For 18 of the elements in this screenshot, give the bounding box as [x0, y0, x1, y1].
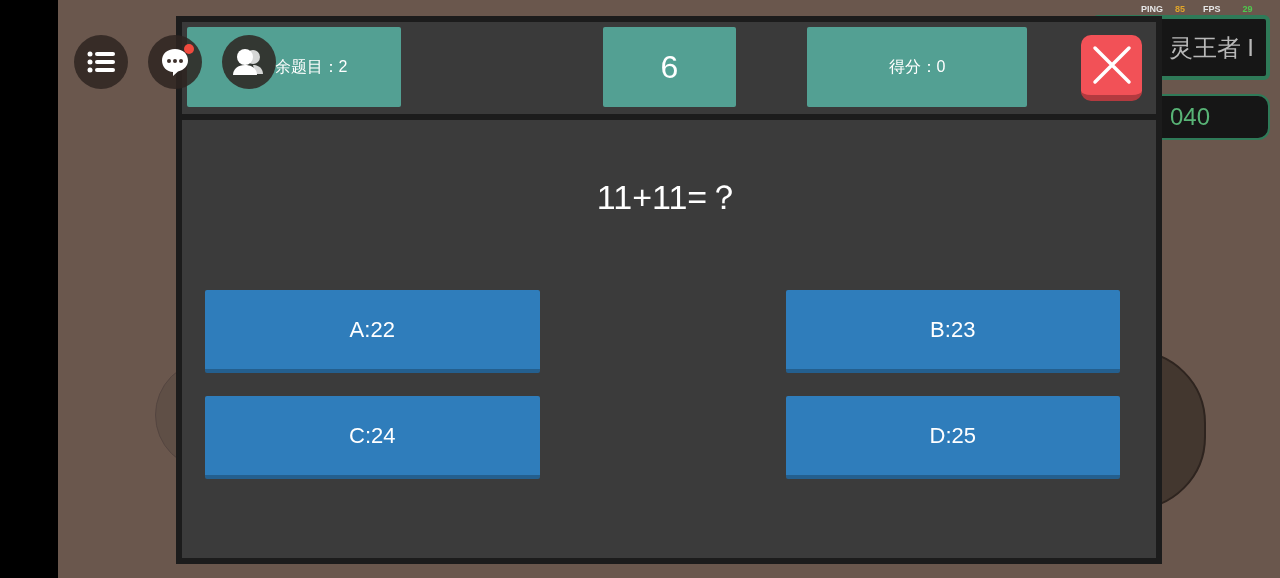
- close-icon: [1091, 45, 1132, 85]
- answer-button[interactable]: B:23: [785, 290, 1120, 373]
- answer-button[interactable]: D:25: [785, 396, 1120, 479]
- answer-button[interactable]: C:24: [205, 396, 540, 479]
- timer-panel: 6: [603, 27, 736, 107]
- question-text: 11+11=？: [596, 177, 742, 218]
- ping-label: PING: [1141, 3, 1163, 15]
- chat-bubble-icon: [160, 47, 190, 77]
- fps-label: FPS: [1203, 3, 1221, 15]
- ping-value: 85: [1175, 3, 1186, 15]
- close-button[interactable]: [1081, 35, 1142, 101]
- people-icon: [233, 48, 265, 76]
- menu-icon: [87, 51, 115, 73]
- score-panel: 得分：0: [807, 27, 1027, 107]
- chat-button[interactable]: [148, 35, 202, 89]
- menu-button[interactable]: [74, 35, 128, 89]
- answer-button[interactable]: A:22: [205, 290, 540, 373]
- fps-value: 29: [1242, 3, 1253, 15]
